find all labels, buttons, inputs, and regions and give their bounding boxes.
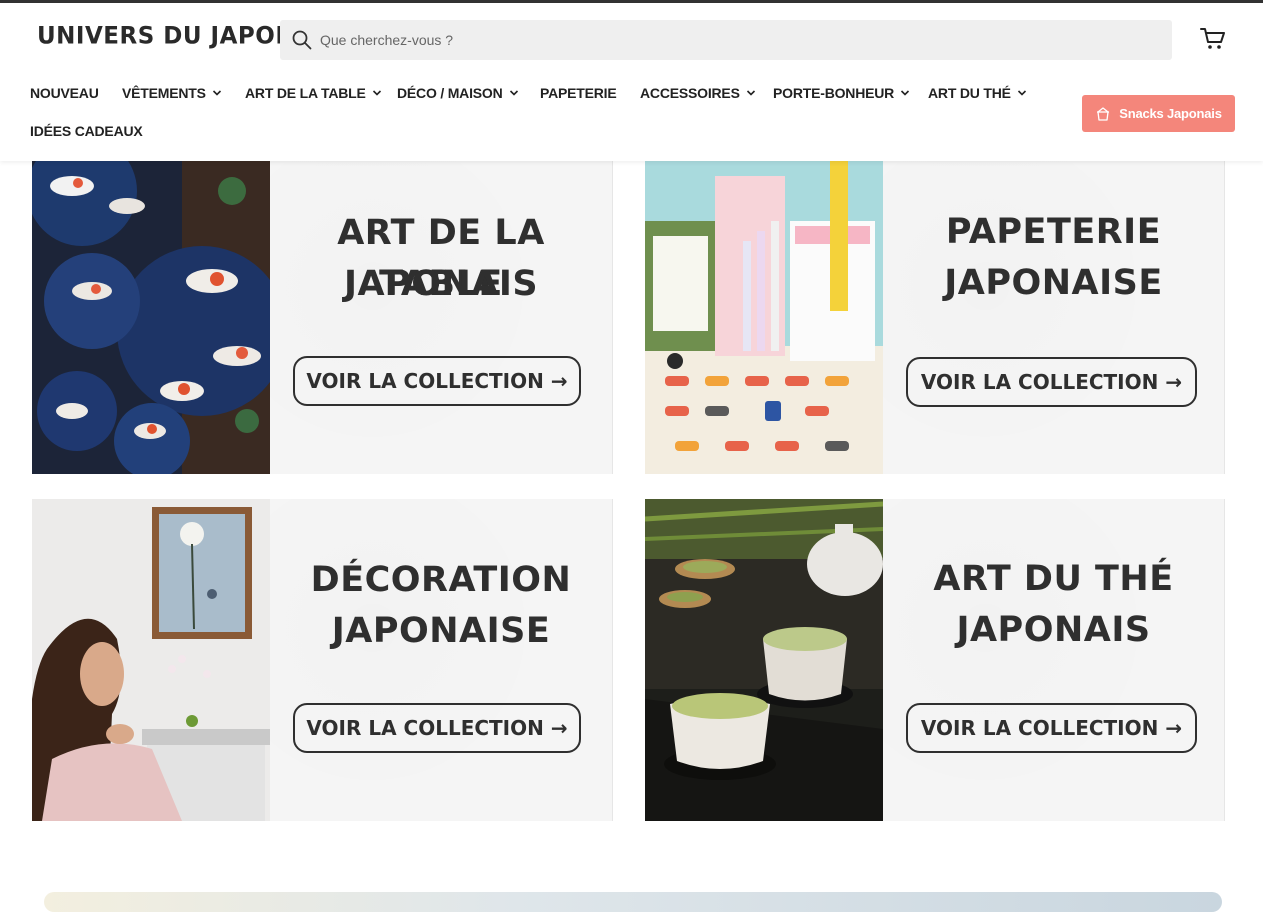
see-collection-button[interactable]: VOIR LA COLLECTION → [906, 357, 1197, 407]
collection-title-line1: PAPETERIE [945, 212, 1162, 252]
collection-image [32, 499, 270, 821]
collection-title-line2: JAPONAIS [956, 610, 1151, 650]
chevron-down-icon [901, 90, 910, 96]
snacks-button[interactable]: Snacks Japonais [1082, 95, 1235, 132]
nav-label: ACCESSOIRES [640, 85, 740, 101]
site-header: UNIVERS DU JAPON NOUVEAU VÊTEMENTS ART D… [0, 3, 1263, 161]
nav-item-accessoires[interactable]: ACCESSOIRES [640, 85, 756, 101]
nav-label: NOUVEAU [30, 85, 99, 101]
nav-item-art-de-la-table[interactable]: ART DE LA TABLE [245, 85, 382, 101]
nav-label: ART DE LA TABLE [245, 85, 366, 101]
search-input[interactable] [320, 20, 1160, 60]
snack-icon [1097, 106, 1110, 121]
nav-item-deco-maison[interactable]: DÉCO / MAISON [397, 85, 519, 101]
collection-image [32, 161, 270, 474]
collection-title-line2: JAPONAISE [944, 263, 1163, 303]
chevron-down-icon [212, 90, 221, 96]
nav-label: PAPETERIE [540, 85, 617, 101]
cart-icon[interactable] [1200, 27, 1226, 51]
chevron-down-icon [1017, 90, 1026, 96]
card-background [270, 499, 612, 821]
nav-item-papeterie[interactable]: PAPETERIE [540, 85, 617, 101]
see-collection-button[interactable]: VOIR LA COLLECTION → [293, 356, 581, 406]
collection-card-art-du-the[interactable]: ART DU THÉ JAPONAIS VOIR LA COLLECTION → [645, 499, 1225, 821]
nav-label: VÊTEMENTS [122, 85, 206, 101]
search-bar [280, 20, 1172, 60]
collection-title-line1: DÉCORATION [310, 560, 572, 600]
see-collection-button[interactable]: VOIR LA COLLECTION → [293, 703, 581, 753]
nav-label: ART DU THÉ [928, 85, 1011, 101]
nav-item-porte-bonheur[interactable]: PORTE-BONHEUR [773, 85, 910, 101]
bottom-banner [44, 892, 1222, 912]
nav-label: DÉCO / MAISON [397, 85, 503, 101]
collection-title-line2: JAPONAIS [343, 264, 539, 304]
nav-item-vetements[interactable]: VÊTEMENTS [122, 85, 222, 101]
search-icon[interactable] [292, 30, 312, 50]
chevron-down-icon [746, 90, 755, 96]
collection-title-line1: ART DU THÉ [933, 559, 1174, 599]
chevron-down-icon [372, 90, 381, 96]
nav-label: PORTE-BONHEUR [773, 85, 895, 101]
collection-title-line2: JAPONAISE [331, 611, 551, 651]
nav-item-art-du-the[interactable]: ART DU THÉ [928, 85, 1027, 101]
see-collection-button[interactable]: VOIR LA COLLECTION → [906, 703, 1197, 753]
collection-card-papeterie[interactable]: PAPETERIE JAPONAISE VOIR LA COLLECTION → [645, 161, 1225, 474]
nav-item-idees-cadeaux[interactable]: IDÉES CADEAUX [30, 123, 143, 139]
collection-image [645, 499, 883, 821]
collection-card-decoration[interactable]: DÉCORATION JAPONAISE VOIR LA COLLECTION … [32, 499, 613, 821]
card-background [883, 499, 1224, 821]
collection-image [645, 161, 883, 474]
site-logo[interactable]: UNIVERS DU JAPON [37, 22, 295, 49]
nav-item-nouveau[interactable]: NOUVEAU [30, 85, 99, 101]
nav-label: IDÉES CADEAUX [30, 123, 143, 139]
snacks-label: Snacks Japonais [1119, 106, 1222, 121]
collection-card-art-de-la-table[interactable]: ART DE LA TABLE JAPONAIS VOIR LA COLLECT… [32, 161, 613, 474]
chevron-down-icon [509, 90, 518, 96]
